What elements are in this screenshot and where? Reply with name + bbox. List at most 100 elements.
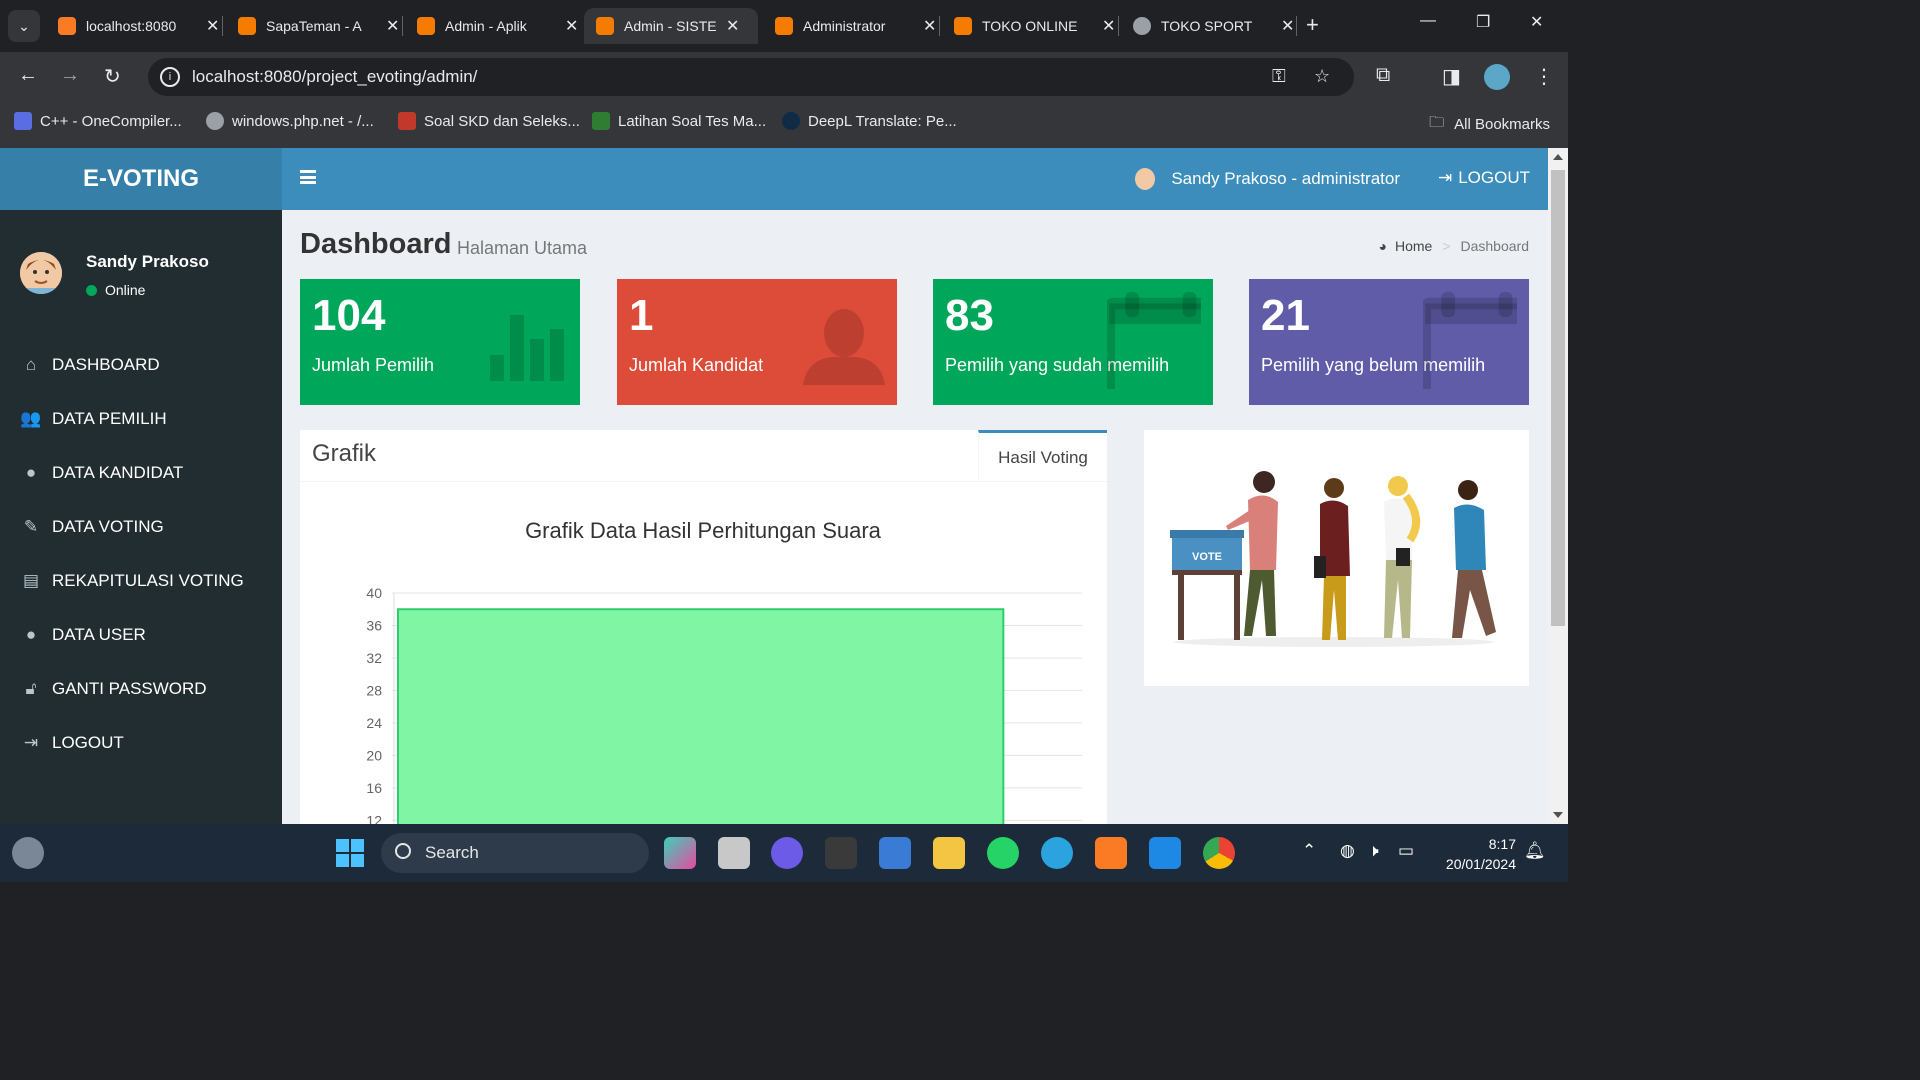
close-icon[interactable]: ✕ — [386, 16, 399, 36]
browser-tab[interactable]: TOKO SPORT ✕ — [1121, 8, 1306, 44]
chevron-up-icon[interactable]: ⌃ — [1302, 841, 1316, 861]
chart-title: Grafik Data Hasil Perhitungan Suara — [525, 518, 882, 543]
close-icon[interactable]: ✕ — [565, 16, 578, 36]
volume-icon[interactable]: 🕨 — [1368, 841, 1379, 861]
weather-icon[interactable] — [12, 837, 44, 869]
user-menu[interactable]: Sandy Prakoso - administrator — [1135, 168, 1400, 190]
stat-box-sudah-memilih[interactable]: 83 Pemilih yang sudah memilih — [933, 279, 1213, 405]
close-icon[interactable]: ✕ — [923, 16, 936, 36]
breadcrumb-home-link[interactable]: Home — [1395, 238, 1432, 254]
sidebar-item-rekapitulasi-voting[interactable]: ▤ REKAPITULASI VOTING — [0, 554, 282, 608]
sidebar-item-data-kandidat[interactable]: ● DATA KANDIDAT — [0, 446, 282, 500]
sidebar-toggle-icon[interactable] — [300, 170, 316, 184]
chart-bar[interactable] — [397, 608, 1005, 824]
password-key-icon[interactable]: ⚿ — [1272, 66, 1286, 87]
scroll-up-arrow-icon[interactable] — [1553, 154, 1563, 160]
close-icon[interactable]: ✕ — [1281, 16, 1294, 36]
sidebar-item-dashboard[interactable]: ⌂ DASHBOARD — [0, 338, 282, 392]
tab-hasil-voting[interactable]: Hasil Voting — [978, 430, 1107, 482]
sidebar-item-label: DATA VOTING — [52, 517, 164, 536]
close-icon[interactable]: ✕ — [206, 16, 219, 36]
all-bookmarks-button[interactable]: 🗀 All Bookmarks — [1429, 112, 1550, 137]
app-logo[interactable]: E-VOTING — [0, 148, 282, 210]
back-arrow-icon[interactable]: ← — [18, 64, 38, 87]
browser-tab[interactable]: localhost:8080 ✕ — [46, 8, 231, 44]
close-icon[interactable]: ✕ — [1102, 16, 1115, 36]
logout-button[interactable]: ⇥ LOGOUT — [1438, 168, 1530, 188]
tab-strip: ⌄ localhost:8080 ✕ SapaTeman - A ✕ Admin… — [0, 0, 1568, 52]
y-tick-label: 40 — [366, 585, 382, 601]
xampp-icon[interactable] — [1095, 837, 1127, 869]
address-bar[interactable]: i localhost:8080/project_evoting/admin/ … — [148, 58, 1354, 96]
codeigniter-icon — [954, 17, 972, 35]
tab-title: Administrator — [803, 18, 886, 34]
tab-search-button[interactable]: ⌄ — [8, 10, 40, 42]
file-explorer-icon[interactable] — [933, 837, 965, 869]
globe-icon[interactable]: ◍ — [1340, 841, 1355, 861]
extensions-icon[interactable]: ⧉ — [1376, 64, 1390, 87]
bookmark-item[interactable]: Soal SKD dan Seleks... — [398, 112, 580, 130]
chrome-icon[interactable] — [1203, 837, 1235, 869]
bookmark-item[interactable]: DeepL Translate: Pe... — [782, 112, 957, 130]
windows-start-icon[interactable] — [334, 837, 366, 869]
browser-tab-active[interactable]: Admin - SISTE ✕ — [584, 8, 758, 44]
bookmark-item[interactable]: windows.php.net - /... — [206, 112, 374, 130]
bookmark-star-icon[interactable]: ☆ — [1314, 66, 1330, 87]
notification-bell-icon[interactable]: 🔔︎ — [1524, 841, 1546, 861]
menu-dots-icon[interactable]: ⋮ — [1534, 64, 1554, 89]
minimize-button[interactable]: — — [1420, 12, 1436, 30]
bookmark-item[interactable]: C++ - OneCompiler... — [14, 112, 182, 130]
copilot-icon[interactable] — [664, 837, 696, 869]
taskbar-search[interactable]: Search — [381, 833, 649, 873]
page-subtitle: Halaman Utama — [457, 238, 588, 258]
sidebar-item-logout[interactable]: ⇥ LOGOUT — [0, 716, 282, 770]
bar-chart: Grafik Data Hasil Perhitungan Suara 12 16… — [366, 518, 1082, 824]
grafik-panel: Grafik Hasil Voting Grafik Data Hasil Pe… — [300, 430, 1107, 824]
new-tab-button[interactable]: + — [1306, 12, 1319, 38]
browser-tab[interactable]: SapaTeman - A ✕ — [226, 8, 411, 44]
unity-icon[interactable] — [825, 837, 857, 869]
voting-illustration: VOTE — [1144, 430, 1529, 686]
bing-icon[interactable] — [879, 837, 911, 869]
task-view-icon[interactable] — [718, 837, 750, 869]
user-panel: Sandy Prakoso Online — [0, 210, 282, 320]
meet-icon[interactable] — [771, 837, 803, 869]
whatsapp-icon[interactable] — [987, 837, 1019, 869]
stat-box-belum-memilih[interactable]: 21 Pemilih yang belum memilih — [1249, 279, 1529, 405]
reload-icon[interactable]: ↻ — [104, 64, 121, 89]
battery-icon[interactable]: ▭ — [1398, 841, 1414, 861]
scroll-down-arrow-icon[interactable] — [1553, 812, 1563, 818]
scrollbar-thumb[interactable] — [1551, 170, 1565, 626]
stat-value: 1 — [629, 291, 654, 340]
sidebar-item-ganti-password[interactable]: 🔓︎ GANTI PASSWORD — [0, 662, 282, 716]
profile-avatar[interactable] — [1484, 64, 1510, 90]
vscode-icon[interactable] — [1149, 837, 1181, 869]
telegram-icon[interactable] — [1041, 837, 1073, 869]
browser-tab[interactable]: Administrator ✕ — [763, 8, 948, 44]
y-tick-label: 32 — [366, 650, 382, 666]
status-label: Online — [105, 282, 146, 298]
sidebar-item-label: DATA USER — [52, 625, 146, 644]
sidebar-item-data-voting[interactable]: ✎ DATA VOTING — [0, 500, 282, 554]
y-tick-label: 20 — [366, 747, 382, 763]
side-panel-icon[interactable]: ◨ — [1442, 64, 1461, 89]
browser-chrome: ⌄ localhost:8080 ✕ SapaTeman - A ✕ Admin… — [0, 0, 1568, 148]
stat-box-jumlah-kandidat[interactable]: 1 Jumlah Kandidat — [617, 279, 897, 405]
page-scrollbar[interactable] — [1548, 148, 1568, 824]
site-info-icon[interactable]: i — [160, 67, 180, 87]
stat-box-jumlah-pemilih[interactable]: 104 Jumlah Pemilih — [300, 279, 580, 405]
close-icon[interactable]: ✕ — [726, 16, 739, 36]
codeigniter-icon — [596, 17, 614, 35]
forward-arrow-icon[interactable]: → — [60, 64, 80, 87]
sidebar-item-data-user[interactable]: ● DATA USER — [0, 608, 282, 662]
bookmark-item[interactable]: Latihan Soal Tes Ma... — [592, 112, 766, 130]
avatar — [20, 252, 62, 294]
browser-tab[interactable]: TOKO ONLINE ✕ — [942, 8, 1127, 44]
system-clock[interactable]: 8:17 20/01/2024 — [1446, 834, 1516, 874]
close-window-button[interactable]: ✕ — [1530, 12, 1543, 32]
bookmark-label: Latihan Soal Tes Ma... — [618, 112, 767, 130]
user-icon: ● — [25, 625, 37, 644]
sidebar-item-data-pemilih[interactable]: 👥 DATA PEMILIH — [0, 392, 282, 446]
browser-tab[interactable]: Admin - Aplik ✕ — [405, 8, 590, 44]
restore-button[interactable]: ❐ — [1476, 12, 1490, 32]
